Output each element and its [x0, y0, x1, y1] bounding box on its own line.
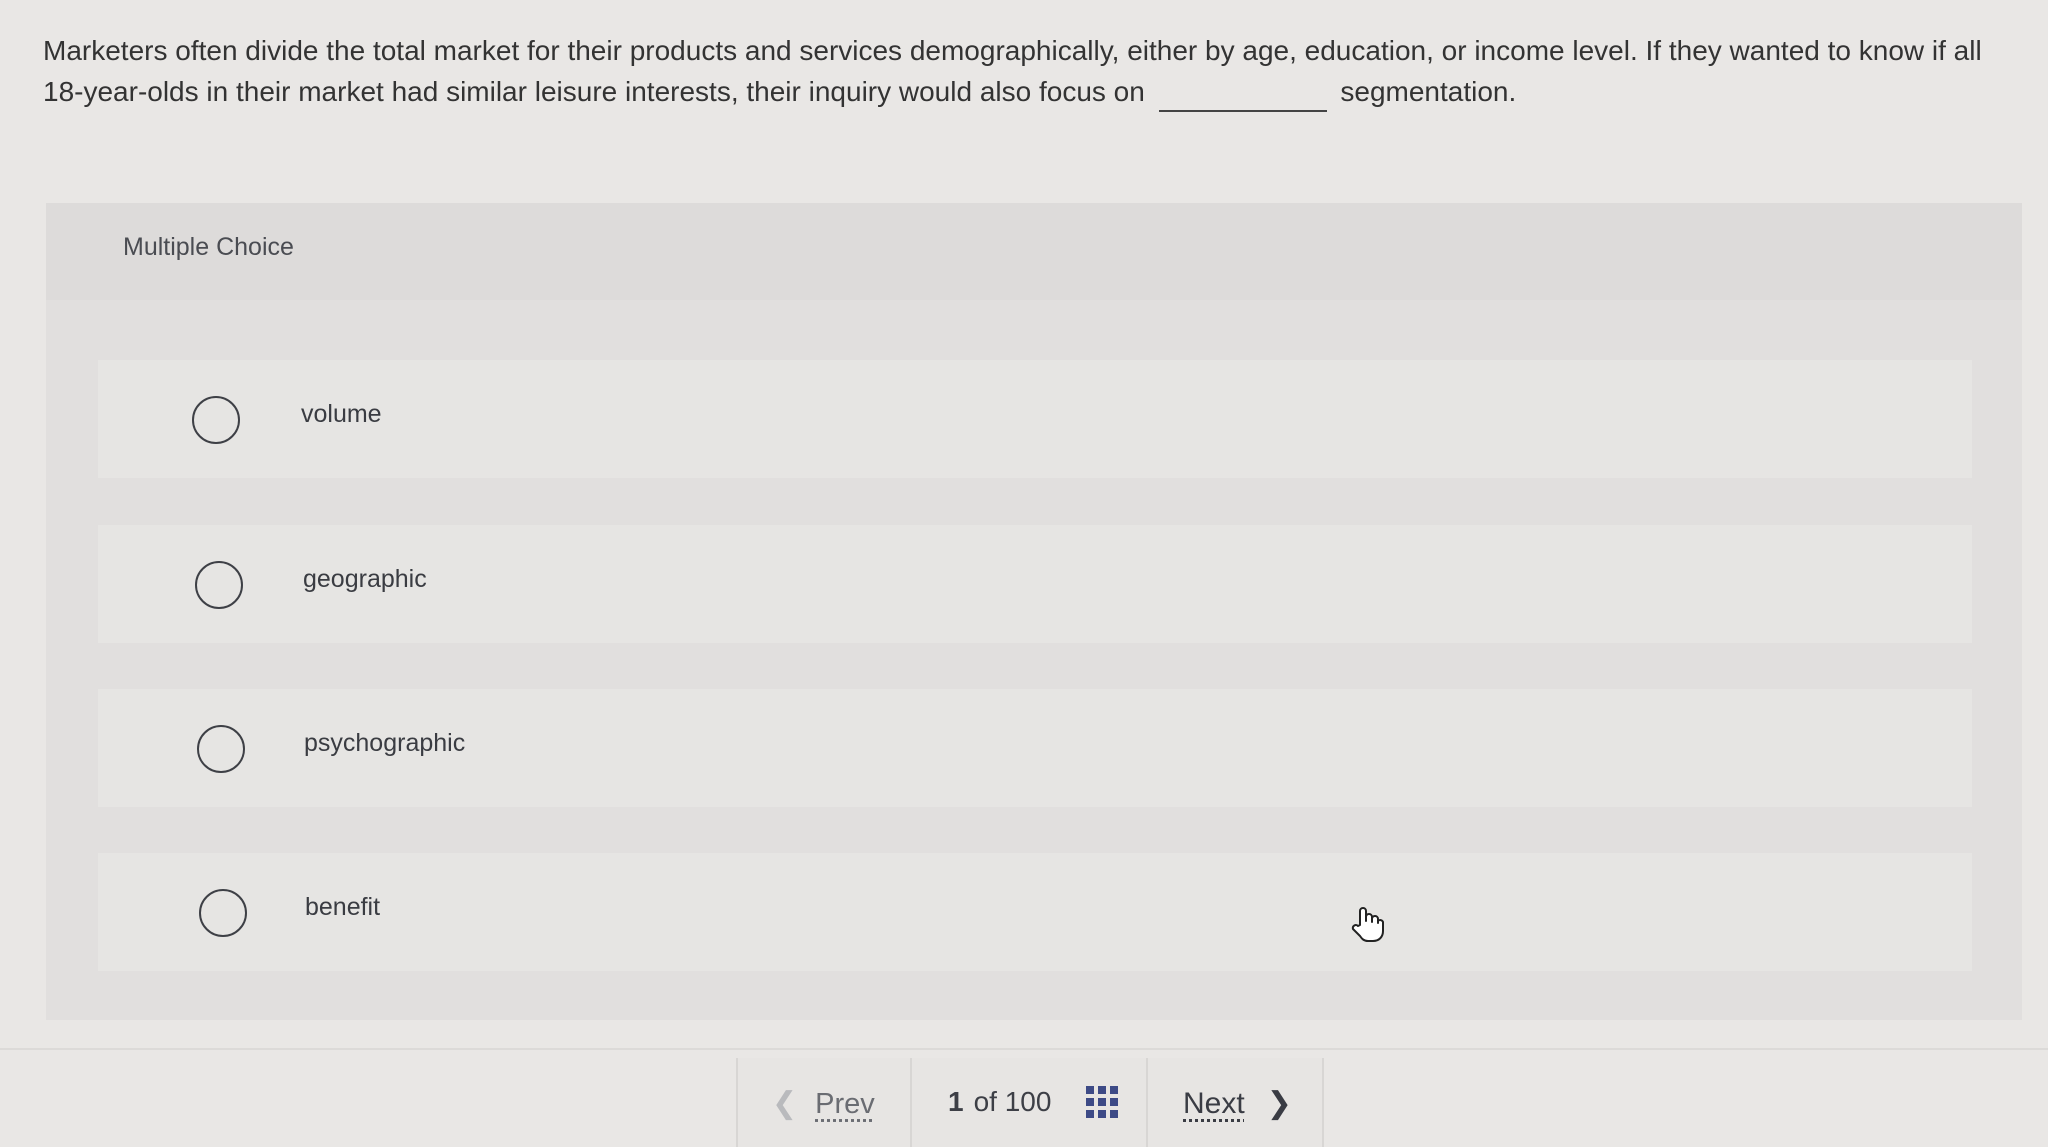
panel-title: Multiple Choice [123, 233, 294, 261]
question-text: Marketers often divide the total market … [43, 30, 2023, 112]
option-geographic[interactable]: geographic [98, 525, 1972, 643]
option-label: benefit [305, 893, 381, 921]
option-volume[interactable]: volume [98, 360, 1972, 478]
prev-button[interactable]: ❮ Prev [772, 1086, 875, 1121]
multiple-choice-panel: Multiple Choice volume geographic psycho… [46, 203, 2022, 1020]
nav-separator [736, 1058, 738, 1147]
grid-icon[interactable] [1086, 1086, 1118, 1118]
radio-button[interactable] [195, 561, 243, 609]
option-label: psychographic [304, 729, 466, 757]
prev-label: Prev [815, 1088, 875, 1120]
option-label: geographic [303, 565, 427, 593]
current-page: 1 [948, 1086, 964, 1117]
radio-button[interactable] [192, 396, 240, 444]
of-label: of [973, 1086, 997, 1117]
footer-divider [0, 1048, 2048, 1050]
answer-blank [1158, 80, 1327, 112]
nav-separator [1322, 1058, 1324, 1147]
chevron-right-icon: ❯ [1266, 1087, 1292, 1120]
total-pages: 100 [1004, 1086, 1052, 1117]
radio-button[interactable] [199, 889, 247, 937]
next-label: Next [1183, 1087, 1245, 1120]
nav-separator [910, 1058, 912, 1147]
panel-header: Multiple Choice [46, 203, 2022, 300]
option-psychographic[interactable]: psychographic [98, 689, 1972, 807]
radio-button[interactable] [197, 725, 245, 773]
nav-separator [1146, 1058, 1148, 1147]
page-indicator: 1 of 100 [948, 1086, 1051, 1118]
question-text-before: Marketers often divide the total market … [43, 35, 1982, 107]
question-navigation: ❮ Prev 1 of 100 Next ❯ [736, 1058, 1324, 1147]
next-button[interactable]: Next ❯ [1183, 1086, 1292, 1121]
option-label: volume [301, 400, 382, 428]
question-text-after: segmentation. [1340, 76, 1517, 107]
chevron-left-icon: ❮ [772, 1087, 798, 1120]
hand-pointer-icon [1351, 907, 1384, 942]
option-benefit[interactable]: benefit [98, 853, 1972, 971]
